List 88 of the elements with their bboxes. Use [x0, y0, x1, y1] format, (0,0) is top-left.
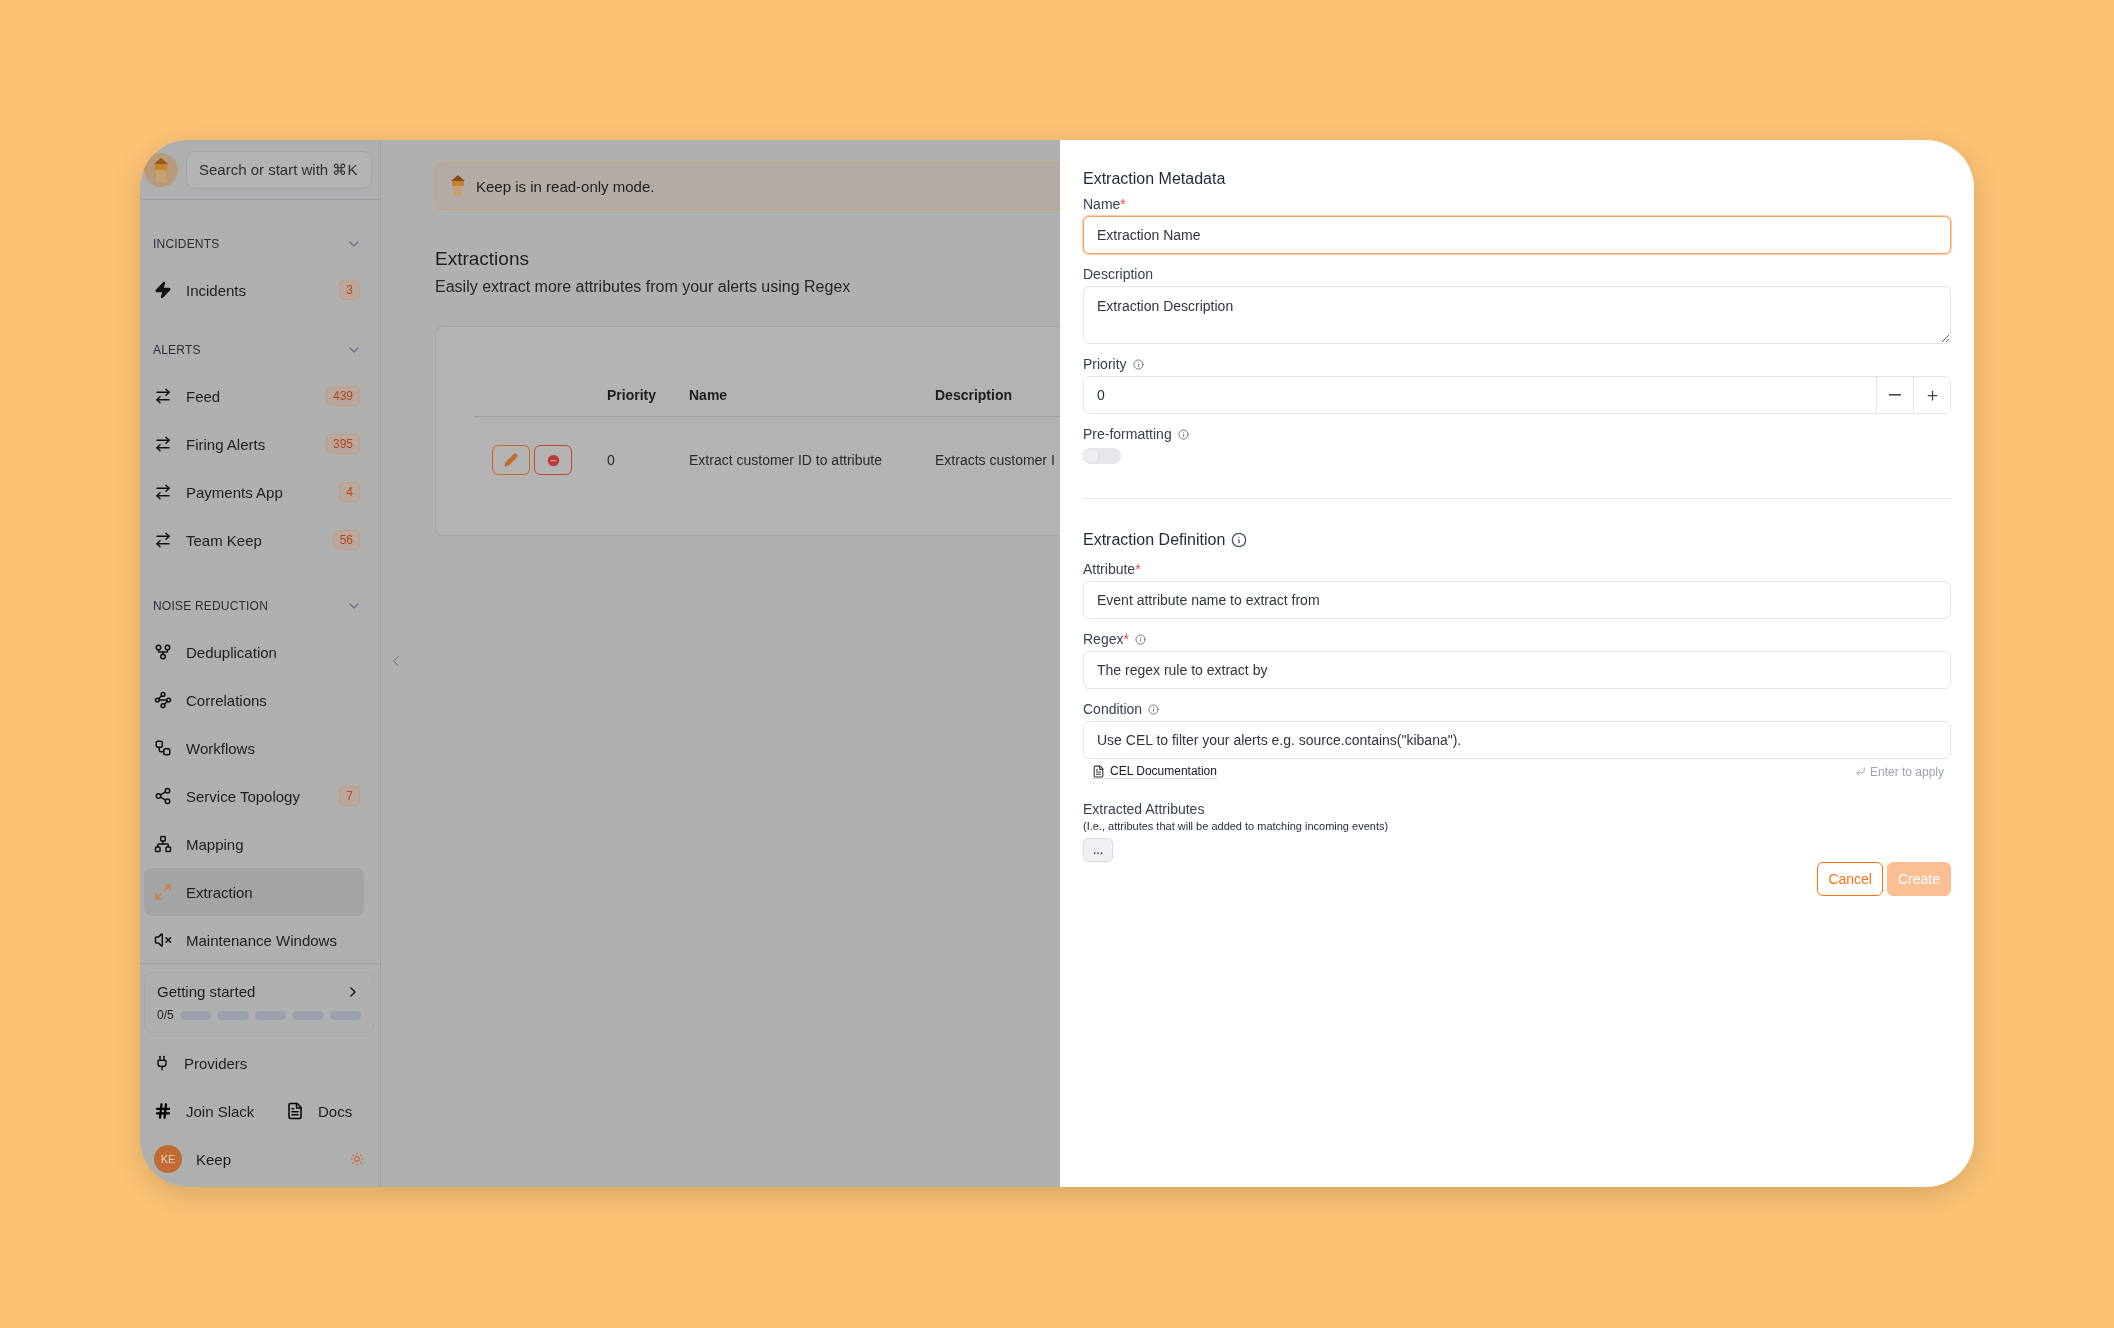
attributes-chip[interactable]: ... — [1083, 838, 1113, 862]
progress-count: 0/5 — [157, 1008, 174, 1022]
field-label: Name* — [1083, 196, 1126, 212]
column-header: Description — [935, 386, 1013, 403]
documentation-link[interactable]: CEL Documentation — [1092, 764, 1217, 779]
info-icon — [1134, 633, 1146, 645]
arrows-icon — [154, 435, 172, 453]
input-field[interactable]: Extraction Name — [1083, 216, 1951, 254]
section-title: NOISE REDUCTION — [153, 599, 268, 613]
sidebar-item[interactable]: Extraction — [144, 868, 364, 916]
providers-link[interactable]: Providers — [184, 1054, 364, 1072]
sidebar-item[interactable]: Mapping — [144, 820, 364, 868]
pencil-icon — [504, 453, 518, 467]
table-cell-text: Extracts customer I — [935, 452, 1056, 468]
column-header: Priority — [607, 386, 657, 403]
section-title: Extraction Definition — [1083, 531, 1226, 549]
user-avatar: KE — [154, 1145, 182, 1173]
workflow-icon — [154, 739, 172, 757]
field-label: Regex* — [1083, 631, 1129, 647]
count-badge: 4 — [339, 482, 360, 502]
document-icon — [286, 1102, 304, 1120]
column-header: Name — [689, 386, 729, 403]
increment-button[interactable] — [1913, 377, 1950, 413]
arrows-icon — [154, 387, 172, 405]
read-only-banner: Keep is in read-only mode. — [435, 162, 1060, 210]
section-title: ALERTS — [153, 343, 201, 357]
plug-icon — [154, 1055, 170, 1071]
text-area[interactable]: Extraction Description — [1083, 286, 1951, 344]
info-icon — [1148, 703, 1160, 715]
sidebar-item[interactable]: Incidents 3 — [144, 266, 364, 314]
minus-circle-icon — [545, 452, 561, 468]
sidebar-item[interactable]: Feed 439 — [144, 372, 364, 420]
circle-nodes-icon — [154, 691, 172, 709]
bolt-icon — [154, 281, 172, 299]
docs-link[interactable]: Docs — [318, 1102, 364, 1120]
card-title: Getting started — [157, 983, 256, 1000]
expand-icon — [154, 883, 172, 901]
count-badge: 56 — [332, 530, 360, 550]
count-badge: 439 — [325, 386, 360, 406]
search-field[interactable]: Search or start with ⌘K — [186, 150, 372, 189]
toggle-switch[interactable] — [1083, 448, 1121, 464]
sidebar-item[interactable]: Workflows — [144, 724, 364, 772]
fork-icon — [154, 643, 172, 661]
sidebar-item[interactable]: Correlations — [144, 676, 364, 724]
nodes-icon — [154, 787, 172, 805]
info-icon — [1132, 358, 1144, 370]
section-title: Extraction Metadata — [1083, 170, 1227, 188]
logo-icon — [144, 152, 178, 187]
sidebar-item[interactable]: Deduplication — [144, 628, 364, 676]
table-cell-text: Extract customer ID to attribute — [689, 452, 883, 468]
field-label: Priority — [1083, 356, 1127, 372]
edit-button[interactable] — [492, 445, 530, 475]
hash-icon — [154, 1102, 172, 1120]
join-slack-link[interactable]: Join Slack — [186, 1102, 272, 1120]
sidebar-item[interactable]: Maintenance Windows — [144, 916, 364, 964]
enter-hint: Enter to apply — [1854, 764, 1944, 779]
hierarchy-icon — [154, 835, 172, 853]
arrows-icon — [154, 531, 172, 549]
plus-icon — [1924, 387, 1940, 403]
field-label: Pre-formatting — [1083, 426, 1172, 442]
minus-icon — [1889, 394, 1901, 396]
muted-speaker-icon — [154, 931, 172, 949]
info-icon — [1231, 532, 1248, 548]
sun-icon[interactable] — [350, 1152, 364, 1166]
getting-started-card[interactable]: Getting started 0/5 — [144, 972, 374, 1033]
sidebar-item[interactable]: Team Keep 56 — [144, 516, 364, 564]
count-badge: 395 — [325, 434, 360, 454]
sidebar-item[interactable]: Firing Alerts 395 — [144, 420, 364, 468]
section-title: INCIDENTS — [153, 237, 220, 251]
sidebar-item[interactable]: Payments App 4 — [144, 468, 364, 516]
enter-key-icon — [1854, 766, 1866, 777]
sidebar-item[interactable]: Service Topology 7 — [144, 772, 364, 820]
delete-button[interactable] — [534, 445, 572, 475]
arrows-icon — [154, 483, 172, 501]
table-cell-text: 0 — [607, 452, 616, 468]
field-label: Condition — [1083, 701, 1143, 717]
user-name: Keep — [196, 1150, 233, 1168]
page-title: Extractions — [435, 248, 530, 270]
logo-icon — [450, 174, 466, 198]
info-icon — [1177, 428, 1189, 440]
page-subtitle: Easily extract more attributes from your alerts using Regex — [435, 278, 852, 296]
field-label: Description — [1083, 266, 1154, 282]
field-hint: (I.e., attributes that will be added to matching incoming events) — [1083, 820, 1390, 832]
field-label: Extracted Attributes — [1083, 801, 1205, 817]
field-label: Attribute* — [1083, 561, 1141, 577]
document-icon — [1092, 764, 1105, 778]
count-badge: 3 — [339, 280, 360, 300]
count-badge: 7 — [339, 786, 360, 806]
